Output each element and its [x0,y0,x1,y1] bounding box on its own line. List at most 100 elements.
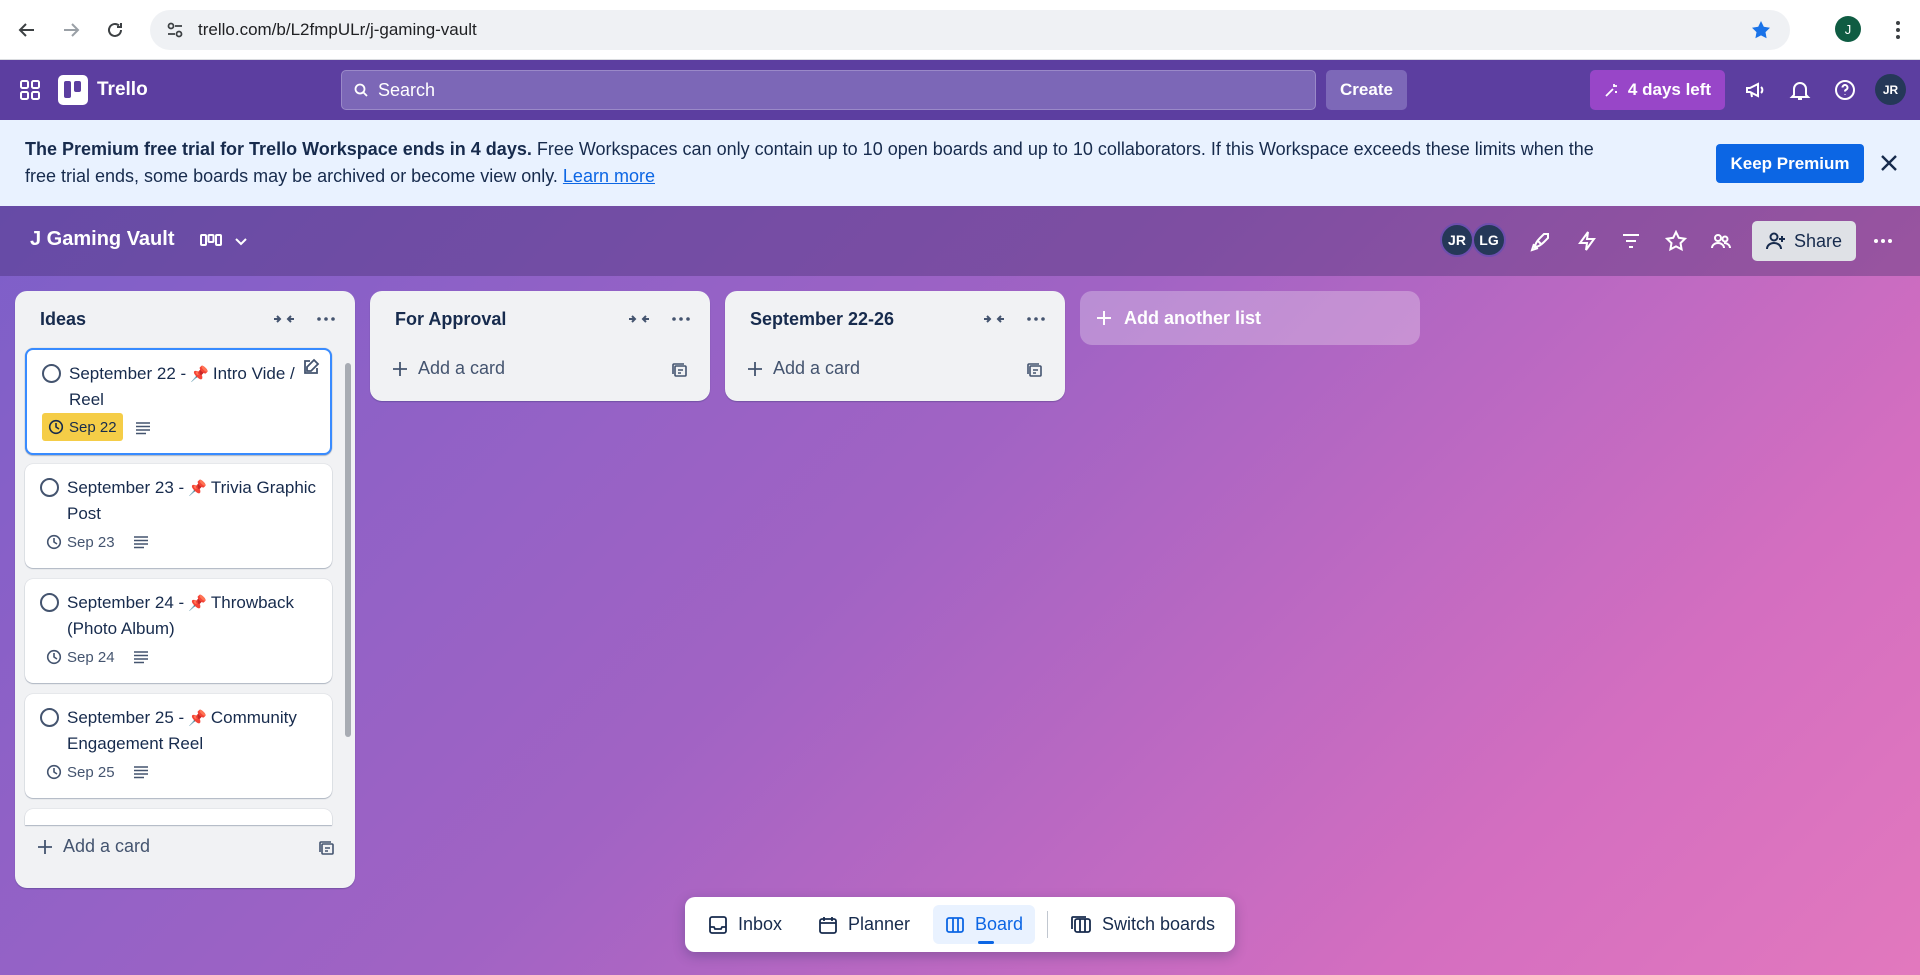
visibility-team-icon[interactable] [1710,230,1732,252]
plus-icon [1097,311,1111,325]
card-title: September 24 - 📌 Throwback (Photo Album) [67,593,295,638]
due-date-label: Sep 22 [69,418,117,436]
pushpin-icon: 📌 [188,480,207,497]
add-card-button[interactable]: Add a card [37,836,150,857]
trello-logo[interactable]: Trello [58,75,148,105]
nav-switch-label: Switch boards [1102,914,1216,934]
nav-switch-boards[interactable]: Switch boards [1070,905,1215,944]
due-date-badge[interactable]: Sep 23 [40,528,121,556]
list-scrollbar[interactable] [343,351,353,827]
browser-toolbar: trello.com/b/L2fmpULr/j-gaming-vault J [0,0,1920,60]
learn-more-link[interactable]: Learn more [563,166,655,186]
close-icon[interactable] [1877,151,1901,175]
board-title[interactable]: J Gaming Vault [30,228,174,251]
card[interactable]: September 24 - 📌 Throwback (Photo Album) S… [25,579,332,683]
app-switcher-icon[interactable] [18,78,42,102]
due-date-badge[interactable]: Sep 25 [40,758,121,786]
automation-lightning-icon[interactable] [1576,230,1598,252]
pushpin-icon: 📌 [188,710,207,727]
trial-days-left-button[interactable]: 4 days left [1590,70,1725,110]
keep-premium-button[interactable]: Keep Premium [1716,144,1864,183]
list-september-22-26: September 22-26 Add a card [725,291,1065,401]
reload-icon[interactable] [93,8,137,52]
filter-icon[interactable] [1620,230,1642,252]
nav-board[interactable]: Board [933,905,1036,944]
list-title[interactable]: Ideas [40,309,86,330]
nav-planner[interactable]: Planner [818,905,910,944]
collapse-list-icon[interactable] [982,311,1006,327]
plus-icon [748,361,762,376]
description-icon [134,651,148,664]
star-icon[interactable] [1665,230,1687,252]
list-more-icon[interactable] [316,311,336,327]
search-icon [354,83,368,97]
premium-trial-banner: The Premium free trial for Trello Worksp… [0,120,1920,206]
forward-icon[interactable] [49,8,93,52]
list-more-icon[interactable] [1026,311,1046,327]
add-another-list-button[interactable]: Add another list [1080,291,1420,345]
notifications-bell-icon[interactable] [1788,78,1812,102]
browser-menu-icon[interactable] [1876,8,1920,52]
card-template-icon[interactable] [318,840,336,858]
board-icon [946,916,964,933]
collapse-list-icon[interactable] [627,311,651,327]
trial-label: 4 days left [1627,80,1712,99]
due-date-badge[interactable]: Sep 22 [42,413,123,441]
complete-checkbox[interactable] [40,708,59,727]
banner-bold-text: The Premium free trial for Trello Worksp… [25,139,532,159]
clock-icon [46,534,62,550]
more-options-icon[interactable] [1872,230,1894,252]
card-partial[interactable] [25,809,332,825]
power-ups-rocket-icon[interactable] [1530,230,1552,252]
member-avatar[interactable]: JR [1440,223,1474,257]
complete-checkbox[interactable] [40,478,59,497]
share-button[interactable]: Share [1752,221,1856,261]
list-title[interactable]: September 22-26 [750,309,894,330]
search-input[interactable]: Search [341,70,1316,110]
user-avatar[interactable]: JR [1875,74,1906,105]
back-icon[interactable] [5,8,49,52]
edit-card-icon[interactable] [302,358,320,376]
add-card-label: Add a card [418,358,506,378]
card[interactable]: September 22 - 📌 Intro Vide / Reel Sep 22 [25,348,332,455]
help-icon[interactable] [1833,78,1857,102]
card-template-icon[interactable] [1026,362,1044,380]
chevron-down-icon[interactable] [233,233,249,249]
board-view-icon[interactable] [200,233,222,249]
share-label: Share [1793,230,1843,251]
megaphone-icon[interactable] [1743,78,1767,102]
description-icon [134,536,148,549]
complete-checkbox[interactable] [42,364,61,383]
list-more-icon[interactable] [671,311,691,327]
address-bar[interactable]: trello.com/b/L2fmpULr/j-gaming-vault [150,10,1790,50]
sparkle-icon [1605,84,1617,97]
list-for-approval: For Approval Add a card [370,291,710,401]
nav-inbox[interactable]: Inbox [708,905,782,944]
create-button[interactable]: Create [1326,70,1407,110]
bookmark-star-icon[interactable] [1750,19,1772,41]
list-ideas: Ideas September 22 - 📌 Intro Vide / Reel S… [15,291,355,888]
card[interactable]: September 23 - 📌 Trivia Graphic Post Sep 2… [25,464,332,568]
due-date-label: Sep 25 [67,763,115,781]
card[interactable]: September 25 - 📌 Community Engagement Reel… [25,694,332,798]
clock-icon [46,649,62,665]
board-header: J Gaming Vault JR LG Share [0,206,1920,276]
trello-logo-icon [58,75,88,105]
add-card-label: Add a card [773,358,861,378]
search-placeholder: Search [378,79,436,100]
card-template-icon[interactable] [671,362,689,380]
card-title: September 23 - 📌 Trivia Graphic Post [67,478,317,523]
complete-checkbox[interactable] [40,593,59,612]
list-title[interactable]: For Approval [395,309,506,330]
collapse-list-icon[interactable] [272,311,296,327]
due-date-badge[interactable]: Sep 24 [40,643,121,671]
trello-header: Trello Search Create 4 days left JR [0,60,1920,120]
calendar-icon [819,916,837,934]
add-list-label: Add another list [1124,307,1262,328]
browser-profile-avatar[interactable]: J [1835,16,1861,42]
member-avatar[interactable]: LG [1472,223,1506,257]
scrollbar-thumb[interactable] [345,363,351,737]
add-card-button[interactable]: Add a card [392,358,505,379]
add-card-button[interactable]: Add a card [747,358,860,379]
site-settings-icon[interactable] [166,21,184,39]
